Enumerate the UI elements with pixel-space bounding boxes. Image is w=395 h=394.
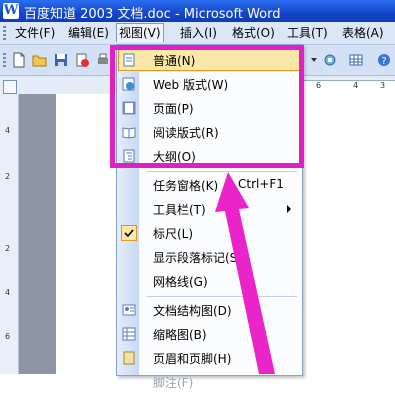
menu-item-label: 脚注(F)	[153, 376, 194, 390]
annotation-arrow	[215, 172, 275, 374]
